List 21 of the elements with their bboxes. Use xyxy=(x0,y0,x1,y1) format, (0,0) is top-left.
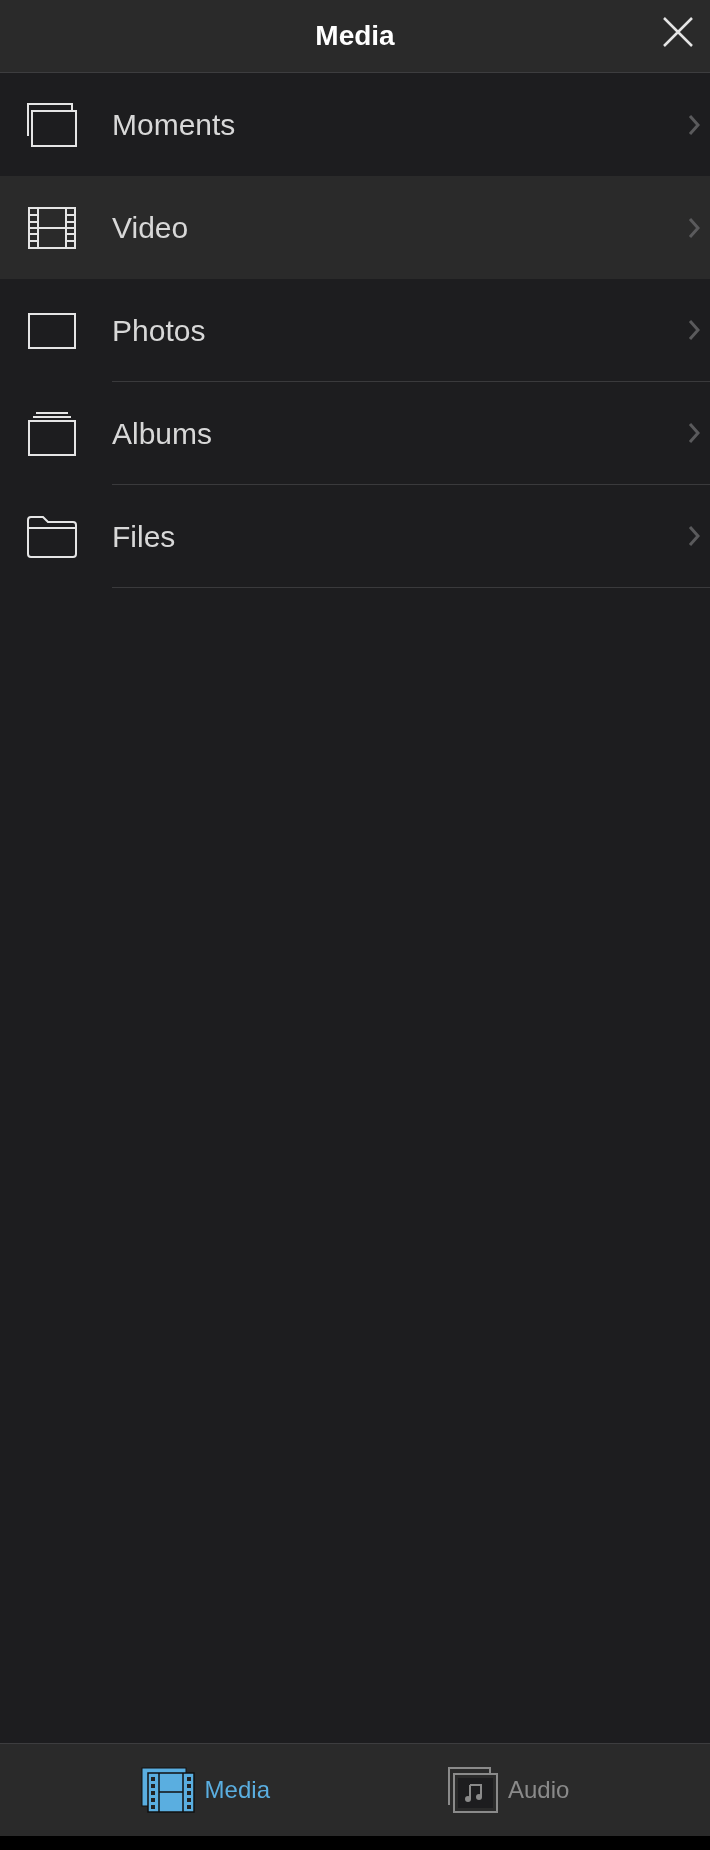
chevron-right-icon xyxy=(688,113,700,136)
item-label: Moments xyxy=(112,107,236,143)
folder-icon xyxy=(27,515,77,558)
frame-icon xyxy=(28,312,76,349)
film-stack-icon xyxy=(140,1767,195,1813)
stacked-frames-icon xyxy=(26,101,78,148)
header-title: Media xyxy=(315,19,395,53)
item-label: Albums xyxy=(112,415,213,452)
album-stack-icon xyxy=(28,411,76,456)
tab[interactable]: Media xyxy=(140,1767,270,1813)
music-note-stack-icon xyxy=(448,1767,498,1813)
chevron-right-icon xyxy=(688,319,700,341)
chevron-right-icon xyxy=(688,422,700,444)
menu-item[interactable]: Video xyxy=(0,176,710,279)
film-strip-icon xyxy=(28,206,76,249)
item-label: Video xyxy=(112,210,189,246)
tab[interactable]: Audio xyxy=(448,1767,570,1813)
chevron-right-icon xyxy=(688,216,700,239)
chevron-right-icon xyxy=(688,525,700,547)
item-label: Files xyxy=(112,518,176,555)
item-label: Photos xyxy=(112,312,206,349)
